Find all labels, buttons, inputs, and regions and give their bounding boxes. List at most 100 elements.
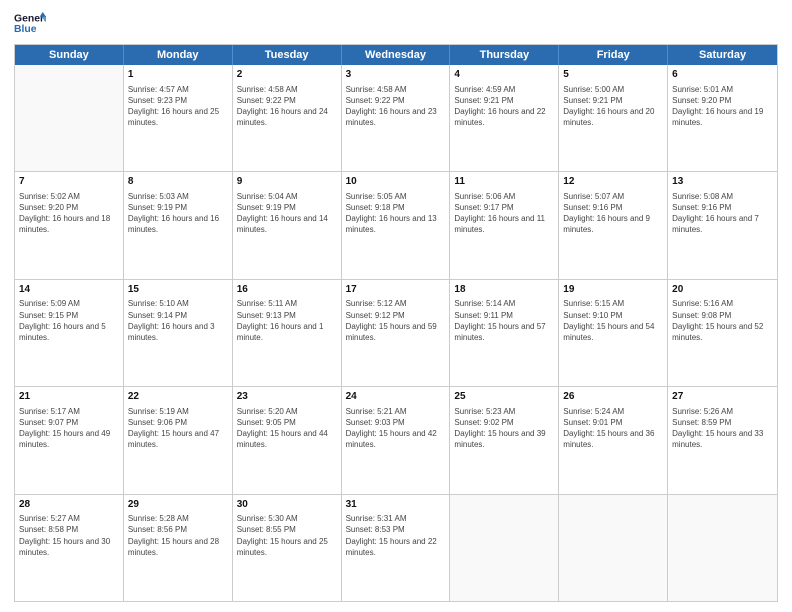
day-number: 18 [454,283,554,297]
calendar-row-3: 21 Sunrise: 5:17 AMSunset: 9:07 PMDayligh… [15,386,777,493]
calendar-cell-empty [450,495,559,601]
day-number: 11 [454,175,554,189]
day-number: 30 [237,498,337,512]
cell-info: Sunrise: 5:24 AMSunset: 9:01 PMDaylight:… [563,406,663,451]
cell-info: Sunrise: 5:08 AMSunset: 9:16 PMDaylight:… [672,191,773,236]
cell-info: Sunrise: 5:06 AMSunset: 9:17 PMDaylight:… [454,191,554,236]
day-number: 23 [237,390,337,404]
day-number: 31 [346,498,446,512]
calendar-cell-day-22: 22 Sunrise: 5:19 AMSunset: 9:06 PMDayligh… [124,387,233,493]
day-number: 9 [237,175,337,189]
day-number: 25 [454,390,554,404]
day-number: 2 [237,68,337,82]
cell-info: Sunrise: 5:10 AMSunset: 9:14 PMDaylight:… [128,298,228,343]
calendar-cell-day-29: 29Sunrise: 5:28 AMSunset: 8:56 PMDayligh… [124,495,233,601]
day-number: 14 [19,283,119,297]
cell-info: Sunrise: 5:09 AMSunset: 9:15 PMDaylight:… [19,298,119,343]
cell-info: Sunrise: 5:04 AMSunset: 9:19 PMDaylight:… [237,191,337,236]
day-number: 15 [128,283,228,297]
day-number: 17 [346,283,446,297]
calendar-cell-day-5: 5 Sunrise: 5:00 AMSunset: 9:21 PMDaylight… [559,65,668,171]
calendar-cell-day-26: 26Sunrise: 5:24 AMSunset: 9:01 PMDayligh… [559,387,668,493]
cell-info: Sunrise: 5:16 AMSunset: 9:08 PMDaylight:… [672,298,773,343]
header: General Blue [14,10,778,38]
day-number: 1 [128,68,228,82]
cell-info: Sunrise: 5:00 AMSunset: 9:21 PMDaylight:… [563,84,663,129]
calendar-cell-day-18: 18Sunrise: 5:14 AMSunset: 9:11 PMDayligh… [450,280,559,386]
day-number: 8 [128,175,228,189]
calendar-row-0: 1 Sunrise: 4:57 AMSunset: 9:23 PMDaylight… [15,65,777,171]
calendar-cell-empty [668,495,777,601]
calendar-cell-day-19: 19Sunrise: 5:15 AMSunset: 9:10 PMDayligh… [559,280,668,386]
calendar-cell-empty [15,65,124,171]
calendar-cell-day-7: 7Sunrise: 5:02 AMSunset: 9:20 PMDaylight… [15,172,124,278]
cell-info: Sunrise: 5:07 AMSunset: 9:16 PMDaylight:… [563,191,663,236]
calendar-row-2: 14Sunrise: 5:09 AMSunset: 9:15 PMDayligh… [15,279,777,386]
weekday-header-thursday: Thursday [450,45,559,65]
calendar-cell-day-28: 28Sunrise: 5:27 AMSunset: 8:58 PMDayligh… [15,495,124,601]
calendar-cell-day-15: 15Sunrise: 5:10 AMSunset: 9:14 PMDayligh… [124,280,233,386]
cell-info: Sunrise: 5:05 AMSunset: 9:18 PMDaylight:… [346,191,446,236]
day-number: 24 [346,390,446,404]
cell-info: Sunrise: 5:31 AMSunset: 8:53 PMDaylight:… [346,513,446,558]
cell-info: Sunrise: 5:27 AMSunset: 8:58 PMDaylight:… [19,513,119,558]
cell-info: Sunrise: 5:03 AMSunset: 9:19 PMDaylight:… [128,191,228,236]
calendar-row-1: 7Sunrise: 5:02 AMSunset: 9:20 PMDaylight… [15,171,777,278]
cell-info: Sunrise: 5:11 AMSunset: 9:13 PMDaylight:… [237,298,337,343]
day-number: 29 [128,498,228,512]
day-number: 21 [19,390,119,404]
cell-info: Sunrise: 5:01 AMSunset: 9:20 PMDaylight:… [672,84,773,129]
cell-info: Sunrise: 5:30 AMSunset: 8:55 PMDaylight:… [237,513,337,558]
day-number: 3 [346,68,446,82]
weekday-header-sunday: Sunday [15,45,124,65]
cell-info: Sunrise: 4:59 AMSunset: 9:21 PMDaylight:… [454,84,554,129]
weekday-header-saturday: Saturday [668,45,777,65]
calendar-cell-day-11: 11 Sunrise: 5:06 AMSunset: 9:17 PMDayligh… [450,172,559,278]
calendar-cell-day-30: 30Sunrise: 5:30 AMSunset: 8:55 PMDayligh… [233,495,342,601]
cell-info: Sunrise: 5:19 AMSunset: 9:06 PMDaylight:… [128,406,228,451]
calendar: SundayMondayTuesdayWednesdayThursdayFrid… [14,44,778,602]
weekday-header-monday: Monday [124,45,233,65]
calendar-cell-day-17: 17Sunrise: 5:12 AMSunset: 9:12 PMDayligh… [342,280,451,386]
day-number: 27 [672,390,773,404]
calendar-cell-day-10: 10 Sunrise: 5:05 AMSunset: 9:18 PMDayligh… [342,172,451,278]
calendar-cell-day-21: 21 Sunrise: 5:17 AMSunset: 9:07 PMDayligh… [15,387,124,493]
cell-info: Sunrise: 4:58 AMSunset: 9:22 PMDaylight:… [237,84,337,129]
cell-info: Sunrise: 5:26 AMSunset: 8:59 PMDaylight:… [672,406,773,451]
day-number: 12 [563,175,663,189]
weekday-header-friday: Friday [559,45,668,65]
day-number: 13 [672,175,773,189]
cell-info: Sunrise: 5:28 AMSunset: 8:56 PMDaylight:… [128,513,228,558]
calendar-cell-day-13: 13 Sunrise: 5:08 AMSunset: 9:16 PMDayligh… [668,172,777,278]
cell-info: Sunrise: 4:57 AMSunset: 9:23 PMDaylight:… [128,84,228,129]
calendar-cell-day-20: 20Sunrise: 5:16 AMSunset: 9:08 PMDayligh… [668,280,777,386]
calendar-cell-day-1: 1 Sunrise: 4:57 AMSunset: 9:23 PMDaylight… [124,65,233,171]
calendar-cell-day-25: 25Sunrise: 5:23 AMSunset: 9:02 PMDayligh… [450,387,559,493]
day-number: 16 [237,283,337,297]
cell-info: Sunrise: 5:12 AMSunset: 9:12 PMDaylight:… [346,298,446,343]
cell-info: Sunrise: 5:17 AMSunset: 9:07 PMDaylight:… [19,406,119,451]
day-number: 7 [19,175,119,189]
calendar-cell-day-24: 24Sunrise: 5:21 AMSunset: 9:03 PMDayligh… [342,387,451,493]
day-number: 20 [672,283,773,297]
logo-icon: General Blue [14,10,46,38]
day-number: 19 [563,283,663,297]
page: General Blue SundayMondayTuesdayWednesda… [0,0,792,612]
calendar-cell-day-14: 14Sunrise: 5:09 AMSunset: 9:15 PMDayligh… [15,280,124,386]
calendar-cell-day-9: 9 Sunrise: 5:04 AMSunset: 9:19 PMDaylight… [233,172,342,278]
day-number: 10 [346,175,446,189]
cell-info: Sunrise: 4:58 AMSunset: 9:22 PMDaylight:… [346,84,446,129]
calendar-cell-day-2: 2 Sunrise: 4:58 AMSunset: 9:22 PMDaylight… [233,65,342,171]
calendar-cell-day-27: 27 Sunrise: 5:26 AMSunset: 8:59 PMDayligh… [668,387,777,493]
calendar-row-4: 28Sunrise: 5:27 AMSunset: 8:58 PMDayligh… [15,494,777,601]
calendar-cell-day-4: 4 Sunrise: 4:59 AMSunset: 9:21 PMDaylight… [450,65,559,171]
day-number: 4 [454,68,554,82]
weekday-header-tuesday: Tuesday [233,45,342,65]
calendar-cell-day-8: 8 Sunrise: 5:03 AMSunset: 9:19 PMDaylight… [124,172,233,278]
day-number: 6 [672,68,773,82]
day-number: 22 [128,390,228,404]
cell-info: Sunrise: 5:15 AMSunset: 9:10 PMDaylight:… [563,298,663,343]
day-number: 5 [563,68,663,82]
cell-info: Sunrise: 5:14 AMSunset: 9:11 PMDaylight:… [454,298,554,343]
calendar-header: SundayMondayTuesdayWednesdayThursdayFrid… [15,45,777,65]
